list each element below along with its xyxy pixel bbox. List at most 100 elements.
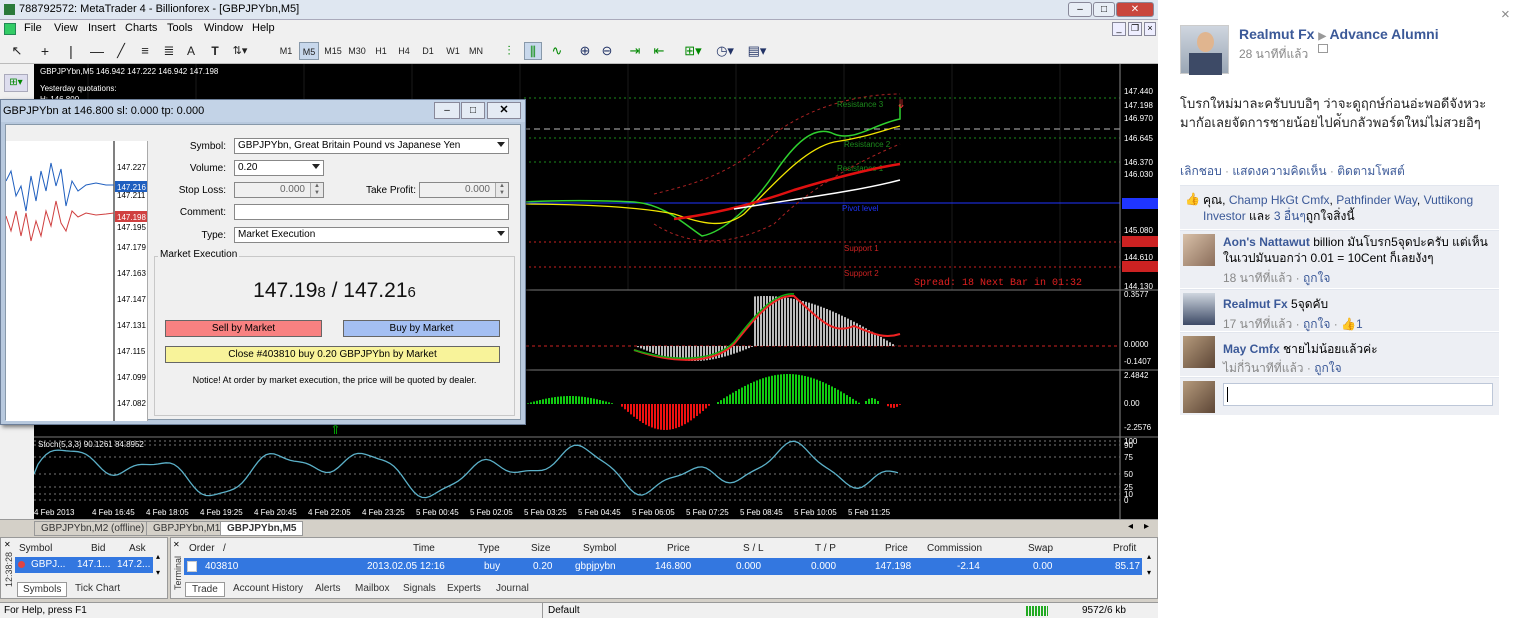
tab-journal[interactable]: Journal bbox=[496, 582, 529, 597]
label-icon[interactable]: T bbox=[208, 42, 222, 60]
tab-chart-m5[interactable]: GBPJPYbn,M5 bbox=[220, 521, 304, 536]
likes-more-link[interactable]: 3 อื่นๆ bbox=[1274, 209, 1306, 223]
avatar[interactable] bbox=[1180, 25, 1229, 75]
buy-by-market-button[interactable]: Buy by Market bbox=[343, 320, 500, 337]
tab-chart-m2[interactable]: GBPJPYbn,M2 (offline) bbox=[34, 521, 152, 536]
close-order-button[interactable]: Close #403810 buy 0.20 GBPJPYbn by Marke… bbox=[165, 346, 500, 363]
tab-signals[interactable]: Signals bbox=[403, 582, 436, 597]
th-type[interactable]: Type bbox=[478, 543, 500, 554]
tab-chart-m1[interactable]: GBPJPYbn,M1 bbox=[146, 521, 228, 536]
comment-time[interactable]: ไม่กี่วินาทีที่แล้ว bbox=[1223, 361, 1304, 375]
tab-scroll-left-icon[interactable]: ◂ bbox=[1128, 521, 1133, 532]
commenter-name[interactable]: Aon's Nattawut bbox=[1223, 235, 1310, 249]
text-icon[interactable]: A bbox=[184, 42, 198, 60]
close-panel-button[interactable]: × bbox=[1501, 6, 1510, 23]
tf-m30[interactable]: M30 bbox=[346, 42, 368, 60]
cursor-icon[interactable]: ↖ bbox=[8, 42, 26, 60]
comment-time[interactable]: 18 นาทีที่แล้ว bbox=[1223, 271, 1292, 285]
sell-by-market-button[interactable]: Sell by Market bbox=[165, 320, 322, 337]
tab-alerts[interactable]: Alerts bbox=[315, 582, 341, 597]
scroll-up-icon[interactable]: ▴ bbox=[156, 552, 160, 561]
tf-h4[interactable]: H4 bbox=[395, 42, 413, 60]
comment-time[interactable]: 17 นาทีที่แล้ว bbox=[1223, 317, 1292, 331]
th-sl[interactable]: S / L bbox=[743, 543, 764, 554]
comment-like-link[interactable]: ถูกใจ bbox=[1303, 271, 1330, 285]
comment-input[interactable] bbox=[1223, 383, 1493, 406]
th-profit[interactable]: Profit bbox=[1113, 543, 1136, 554]
mw-row[interactable]: GBPJ... 147.1... 147.2... bbox=[15, 557, 153, 573]
child-close-button[interactable]: × bbox=[1144, 22, 1156, 36]
tf-mn[interactable]: MN bbox=[466, 42, 486, 60]
bar-chart-icon[interactable]: ⫶ bbox=[500, 42, 518, 60]
autoscroll-icon[interactable]: ⇥ bbox=[626, 42, 644, 60]
channel-icon[interactable]: ≡ bbox=[136, 42, 154, 60]
term-scroll-down-icon[interactable]: ▾ bbox=[1147, 568, 1151, 577]
child-minimize-button[interactable]: _ bbox=[1112, 22, 1126, 36]
menu-tools[interactable]: Tools bbox=[167, 22, 193, 34]
th-current-price[interactable]: Price bbox=[885, 543, 908, 554]
menu-charts[interactable]: Charts bbox=[125, 22, 157, 34]
type-select[interactable]: Market Execution bbox=[234, 227, 509, 243]
dialog-minimize-button[interactable]: – bbox=[434, 102, 460, 119]
tf-w1[interactable]: W1 bbox=[443, 42, 463, 60]
fibonacci-icon[interactable]: ≣ bbox=[160, 42, 178, 60]
tab-symbols[interactable]: Symbols bbox=[17, 582, 68, 597]
tf-d1[interactable]: D1 bbox=[419, 42, 437, 60]
th-price[interactable]: Price bbox=[667, 543, 690, 554]
tab-mailbox[interactable]: Mailbox bbox=[355, 582, 389, 597]
zoom-in-icon[interactable]: ⊕ bbox=[576, 42, 594, 60]
term-scroll-up-icon[interactable]: ▴ bbox=[1147, 552, 1151, 561]
tab-tick-chart[interactable]: Tick Chart bbox=[75, 582, 120, 597]
post-time[interactable]: 28 นาทีที่แล้ว bbox=[1239, 45, 1308, 64]
tf-m15[interactable]: M15 bbox=[322, 42, 344, 60]
scroll-down-icon[interactable]: ▾ bbox=[156, 568, 160, 577]
trendline-icon[interactable]: ╱ bbox=[112, 42, 130, 60]
th-size[interactable]: Size bbox=[531, 543, 550, 554]
new-order-icon[interactable]: ⊞▾ bbox=[4, 74, 28, 92]
zoom-out-icon[interactable]: ⊖ bbox=[598, 42, 616, 60]
dialog-maximize-button[interactable]: □ bbox=[461, 102, 485, 119]
templates-icon[interactable]: ▤▾ bbox=[744, 42, 770, 60]
candle-chart-icon[interactable]: ⫼ bbox=[524, 42, 542, 60]
minimize-button[interactable]: – bbox=[1068, 2, 1092, 17]
follow-post-link[interactable]: ติดตามโพสต์ bbox=[1337, 164, 1405, 178]
th-swap[interactable]: Swap bbox=[1028, 543, 1053, 554]
vertical-line-icon[interactable]: | bbox=[64, 42, 78, 60]
comment-link[interactable]: แสดงความคิดเห็น bbox=[1232, 164, 1326, 178]
liker-link[interactable]: Pathfinder Way bbox=[1336, 193, 1417, 207]
comment-like-link[interactable]: ถูกใจ bbox=[1314, 361, 1341, 375]
menu-window[interactable]: Window bbox=[204, 22, 243, 34]
maximize-button[interactable]: □ bbox=[1093, 2, 1115, 17]
terminal-close-icon[interactable]: ✕ bbox=[173, 540, 180, 549]
commenter-name[interactable]: May Cmfx bbox=[1223, 342, 1280, 356]
tf-m1[interactable]: M1 bbox=[276, 42, 296, 60]
tf-h1[interactable]: H1 bbox=[372, 42, 390, 60]
mw-header-symbol[interactable]: Symbol bbox=[19, 543, 52, 554]
commenter-avatar[interactable] bbox=[1183, 336, 1215, 368]
th-symbol[interactable]: Symbol bbox=[583, 543, 616, 554]
chart-shift-icon[interactable]: ⇤ bbox=[650, 42, 668, 60]
group-link[interactable]: Advance Alumni bbox=[1329, 26, 1438, 42]
menu-file[interactable]: File bbox=[24, 22, 42, 34]
liker-link[interactable]: Champ HkGt Cmfx bbox=[1229, 193, 1330, 207]
crosshair-icon[interactable]: + bbox=[36, 42, 54, 60]
line-chart-icon[interactable]: ∿ bbox=[548, 42, 566, 60]
stepper-icon[interactable]: ▲ ▼ bbox=[495, 183, 508, 197]
tab-scroll-right-icon[interactable]: ▸ bbox=[1144, 521, 1149, 532]
tab-account-history[interactable]: Account History bbox=[233, 582, 303, 597]
horizontal-line-icon[interactable]: — bbox=[88, 42, 106, 60]
symbol-select[interactable]: GBPJPYbn, Great Britain Pound vs Japanes… bbox=[234, 138, 509, 154]
indicators-icon[interactable]: ⊞▾ bbox=[680, 42, 706, 60]
take-profit-input[interactable]: 0.000 ▲ ▼ bbox=[419, 182, 509, 198]
close-window-button[interactable]: ✕ bbox=[1116, 2, 1154, 17]
th-tp[interactable]: T / P bbox=[815, 543, 836, 554]
dialog-close-button[interactable]: ✕ bbox=[487, 102, 521, 119]
mw-header-ask[interactable]: Ask bbox=[129, 543, 146, 554]
arrows-icon[interactable]: ⇅▾ bbox=[230, 42, 250, 60]
menu-help[interactable]: Help bbox=[252, 22, 275, 34]
menu-insert[interactable]: Insert bbox=[88, 22, 116, 34]
tab-experts[interactable]: Experts bbox=[447, 582, 481, 597]
panel-close-icon[interactable]: ✕ bbox=[4, 540, 11, 549]
commenter-avatar[interactable] bbox=[1183, 293, 1215, 325]
tab-trade[interactable]: Trade bbox=[185, 582, 225, 597]
